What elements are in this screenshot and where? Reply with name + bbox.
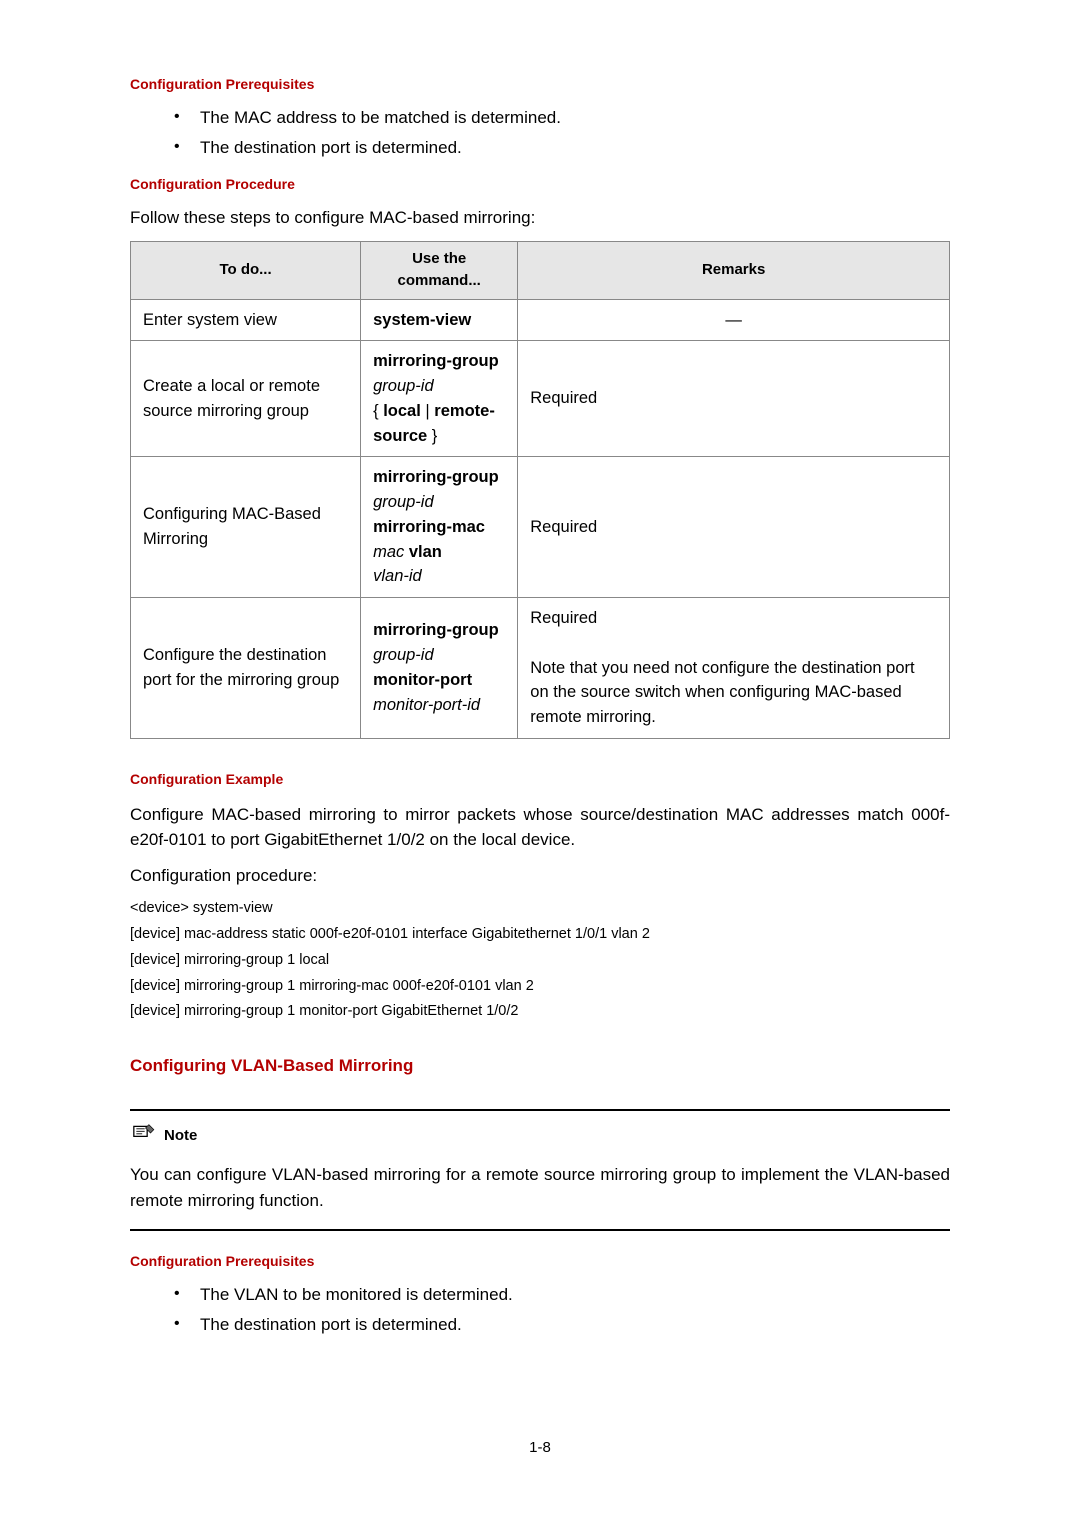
table-row: Configuring MAC-Based Mirroring mirrorin… xyxy=(131,457,950,598)
list-item: The destination port is determined. xyxy=(172,1312,950,1338)
code-block: <device> system-view [device] mac-addres… xyxy=(130,898,950,1023)
cell-cmd: mirroring-group group-id{ local | remote… xyxy=(361,341,518,457)
config-table: To do... Use the command... Remarks Ente… xyxy=(130,241,950,739)
prereq-mac-list: The MAC address to be matched is determi… xyxy=(172,105,950,160)
heading-prerequisites-vlan: Configuration Prerequisites xyxy=(130,1251,950,1272)
cell-todo: Configuring MAC-Based Mirroring xyxy=(131,457,361,598)
note-box: Note You can configure VLAN-based mirror… xyxy=(130,1109,950,1232)
note-body: You can configure VLAN-based mirroring f… xyxy=(130,1162,950,1213)
heading-vlan-mirroring: Configuring VLAN-Based Mirroring xyxy=(130,1053,950,1079)
cell-remarks: — xyxy=(518,299,950,341)
heading-example: Configuration Example xyxy=(130,769,950,790)
example-procedure-label: Configuration procedure: xyxy=(130,863,950,889)
table-row: Enter system view system-view — xyxy=(131,299,950,341)
procedure-intro: Follow these steps to configure MAC-base… xyxy=(130,205,950,231)
list-item: The MAC address to be matched is determi… xyxy=(172,105,950,131)
cell-todo: Enter system view xyxy=(131,299,361,341)
note-title: Note xyxy=(164,1125,197,1148)
list-item: The VLAN to be monitored is determined. xyxy=(172,1282,950,1308)
cell-cmd: mirroring-group group-idmonitor-port mon… xyxy=(361,598,518,739)
prereq-vlan-list: The VLAN to be monitored is determined. … xyxy=(172,1282,950,1337)
table-row: Create a local or remote source mirrorin… xyxy=(131,341,950,457)
cell-todo: Configure the destination port for the m… xyxy=(131,598,361,739)
cell-todo: Create a local or remote source mirrorin… xyxy=(131,341,361,457)
note-icon xyxy=(130,1123,156,1151)
example-description: Configure MAC-based mirroring to mirror … xyxy=(130,802,950,853)
cell-remarks: Required xyxy=(518,341,950,457)
table-row: Configure the destination port for the m… xyxy=(131,598,950,739)
heading-prerequisites-mac: Configuration Prerequisites xyxy=(130,74,950,95)
list-item: The destination port is determined. xyxy=(172,135,950,161)
table-header-todo: To do... xyxy=(131,241,361,299)
cell-cmd: mirroring-group group-idmirroring-mac ma… xyxy=(361,457,518,598)
cell-remarks: Required xyxy=(518,457,950,598)
note-header: Note xyxy=(130,1123,950,1151)
table-header-remarks: Remarks xyxy=(518,241,950,299)
code-line: <device> system-view xyxy=(130,898,950,920)
code-line: [device] mirroring-group 1 monitor-port … xyxy=(130,1001,950,1023)
page-number: 1-8 xyxy=(130,1437,950,1460)
heading-procedure: Configuration Procedure xyxy=(130,174,950,195)
code-line: [device] mac-address static 000f-e20f-01… xyxy=(130,924,950,946)
code-line: [device] mirroring-group 1 local xyxy=(130,950,950,972)
cell-remarks: RequiredNote that you need not configure… xyxy=(518,598,950,739)
table-header-cmd: Use the command... xyxy=(361,241,518,299)
code-line: [device] mirroring-group 1 mirroring-mac… xyxy=(130,976,950,998)
cell-cmd: system-view xyxy=(361,299,518,341)
